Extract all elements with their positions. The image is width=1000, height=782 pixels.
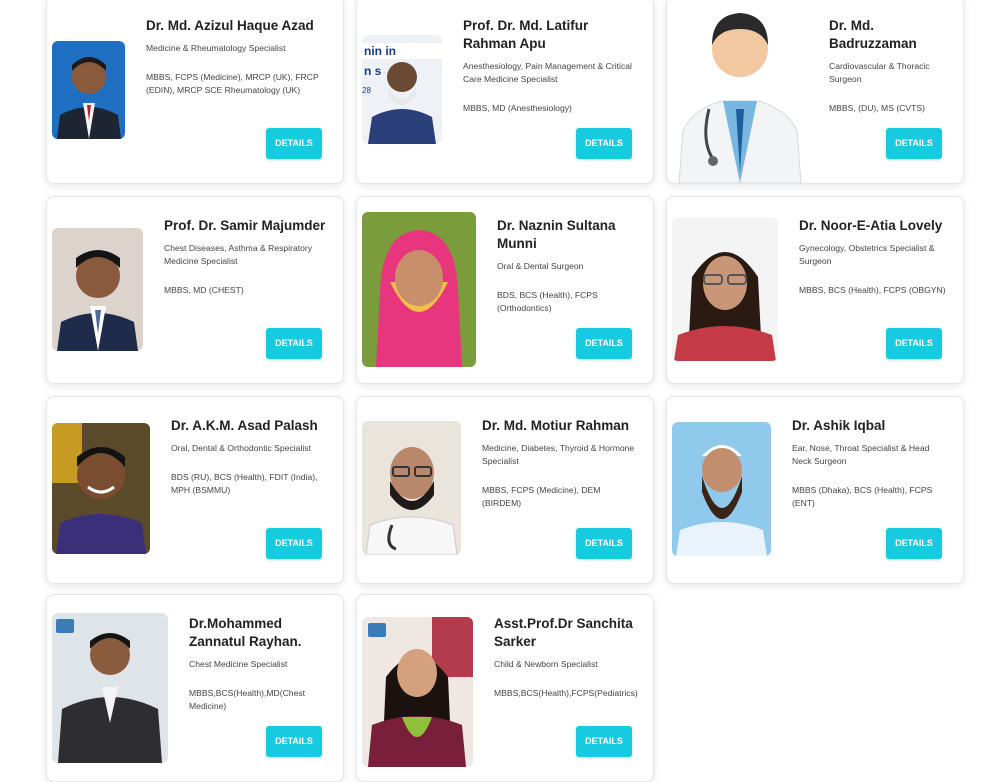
doctor-specialty: Cardiovascular & Thoracic Surgeon <box>829 61 930 84</box>
doctor-photo[interactable] <box>52 613 168 763</box>
doctor-card: Dr. A.K.M. Asad Palash Oral, Dental & Or… <box>46 396 344 584</box>
doctor-degrees: MBBS, MD (Anesthesiology) <box>463 103 572 113</box>
details-button[interactable]: DETAILS <box>266 528 322 559</box>
doctor-photo[interactable] <box>672 422 771 556</box>
doctor-name: Dr. Md. Azizul Haque Azad <box>146 18 314 33</box>
doctor-specialty: Chest Diseases, Asthma & Respiratory Med… <box>164 243 313 266</box>
doctor-photo[interactable]: nin in n s 28 <box>362 35 442 144</box>
doctor-photo[interactable] <box>362 212 476 367</box>
svg-text:28: 28 <box>362 86 371 95</box>
details-button[interactable]: DETAILS <box>266 128 322 159</box>
doctor-name: Prof. Dr. Md. Latifur Rahman Apu <box>463 18 589 51</box>
doctor-degrees: MBBS, (DU), MS (CVTS) <box>829 103 925 113</box>
doctor-name: Dr.Mohammed Zannatul Rayhan. <box>189 616 302 649</box>
doctor-card: Dr. Naznin Sultana Munni Oral & Dental S… <box>356 196 654 384</box>
doctor-degrees: BDS, BCS (Health), FCPS (Orthodontics) <box>497 290 598 313</box>
doctor-card: Dr. Md. Azizul Haque Azad Medicine & Rhe… <box>46 0 344 184</box>
doctor-card: nin in n s 28 Prof. Dr. Md. Latifur Rahman… <box>356 0 654 184</box>
doctor-degrees: MBBS,BCS(Health),FCPS(Pediatrics) <box>494 688 638 698</box>
doctor-name: Dr. A.K.M. Asad Palash <box>171 418 318 433</box>
doctor-name: Dr. Naznin Sultana Munni <box>497 218 616 251</box>
doctor-specialty: Child & Newborn Specialist <box>494 659 598 669</box>
doctor-specialty: Medicine, Diabetes, Thyroid & Hormone Sp… <box>482 443 635 466</box>
doctor-specialty: Ear, Nose, Throat Specialist & Head Neck… <box>792 443 930 466</box>
doctor-card: Dr. Md. Badruzzaman Cardiovascular & Tho… <box>666 0 964 184</box>
doctor-name: Dr. Noor-E-Atia Lovely <box>799 218 943 233</box>
doctor-photo[interactable] <box>672 217 778 361</box>
details-button[interactable]: DETAILS <box>576 528 632 559</box>
doctor-name: Dr. Ashik Iqbal <box>792 418 886 433</box>
details-button[interactable]: DETAILS <box>886 128 942 159</box>
doctor-photo[interactable] <box>671 1 809 183</box>
doctor-specialty: Oral & Dental Surgeon <box>497 261 584 271</box>
doctor-card: Asst.Prof.Dr Sanchita Sarker Child & New… <box>356 594 654 782</box>
doctor-degrees: BDS (RU), BCS (Health), FDIT (India), MP… <box>171 472 318 495</box>
doctor-card: Dr. Noor-E-Atia Lovely Gynecology, Obste… <box>666 196 964 384</box>
doctor-degrees: MBBS (Dhaka), BCS (Health), FCPS (ENT) <box>792 485 933 508</box>
doctor-specialty: Oral, Dental & Orthodontic Specialist <box>171 443 311 453</box>
doctor-specialty: Anesthesiology, Pain Management & Critic… <box>463 61 632 84</box>
doctor-degrees: MBBS, FCPS (Medicine), MRCP (UK), FRCP (… <box>146 72 319 95</box>
doctor-card: Dr. Md. Motiur Rahman Medicine, Diabetes… <box>356 396 654 584</box>
details-button[interactable]: DETAILS <box>886 528 942 559</box>
doctor-specialty: Gynecology, Obstetrics Specialist & Surg… <box>799 243 935 266</box>
doctor-photo[interactable] <box>52 228 143 351</box>
doctor-degrees: MBBS, FCPS (Medicine), DEM (BIRDEM) <box>482 485 601 508</box>
doctor-name: Dr. Md. Motiur Rahman <box>482 418 630 433</box>
details-button[interactable]: DETAILS <box>266 328 322 359</box>
doctor-specialty: Chest Medicine Specialist <box>189 659 288 669</box>
doctor-photo[interactable] <box>362 421 461 555</box>
doctor-card: Dr.Mohammed Zannatul Rayhan. Chest Medic… <box>46 594 344 782</box>
details-button[interactable]: DETAILS <box>576 726 632 757</box>
doctor-photo[interactable] <box>362 617 473 767</box>
doctor-name: Prof. Dr. Samir Majumder <box>164 218 326 233</box>
svg-text:nin in: nin in <box>364 44 396 58</box>
doctor-card: Prof. Dr. Samir Majumder Chest Diseases,… <box>46 196 344 384</box>
doctor-specialty: Medicine & Rheumatology Specialist <box>146 43 286 53</box>
doctor-name: Asst.Prof.Dr Sanchita Sarker <box>494 616 633 649</box>
doctor-name: Dr. Md. Badruzzaman <box>829 18 917 51</box>
details-button[interactable]: DETAILS <box>886 328 942 359</box>
svg-text:n s: n s <box>364 64 382 78</box>
doctor-photo[interactable] <box>52 423 150 554</box>
doctor-card: Dr. Ashik Iqbal Ear, Nose, Throat Specia… <box>666 396 964 584</box>
doctor-photo[interactable] <box>52 41 125 139</box>
details-button[interactable]: DETAILS <box>576 328 632 359</box>
details-button[interactable]: DETAILS <box>266 726 322 757</box>
doctor-degrees: MBBS, BCS (Health), FCPS (OBGYN) <box>799 285 946 295</box>
doctor-degrees: MBBS, MD (CHEST) <box>164 285 244 295</box>
details-button[interactable]: DETAILS <box>576 128 632 159</box>
doctor-degrees: MBBS,BCS(Health),MD(Chest Medicine) <box>189 688 306 711</box>
